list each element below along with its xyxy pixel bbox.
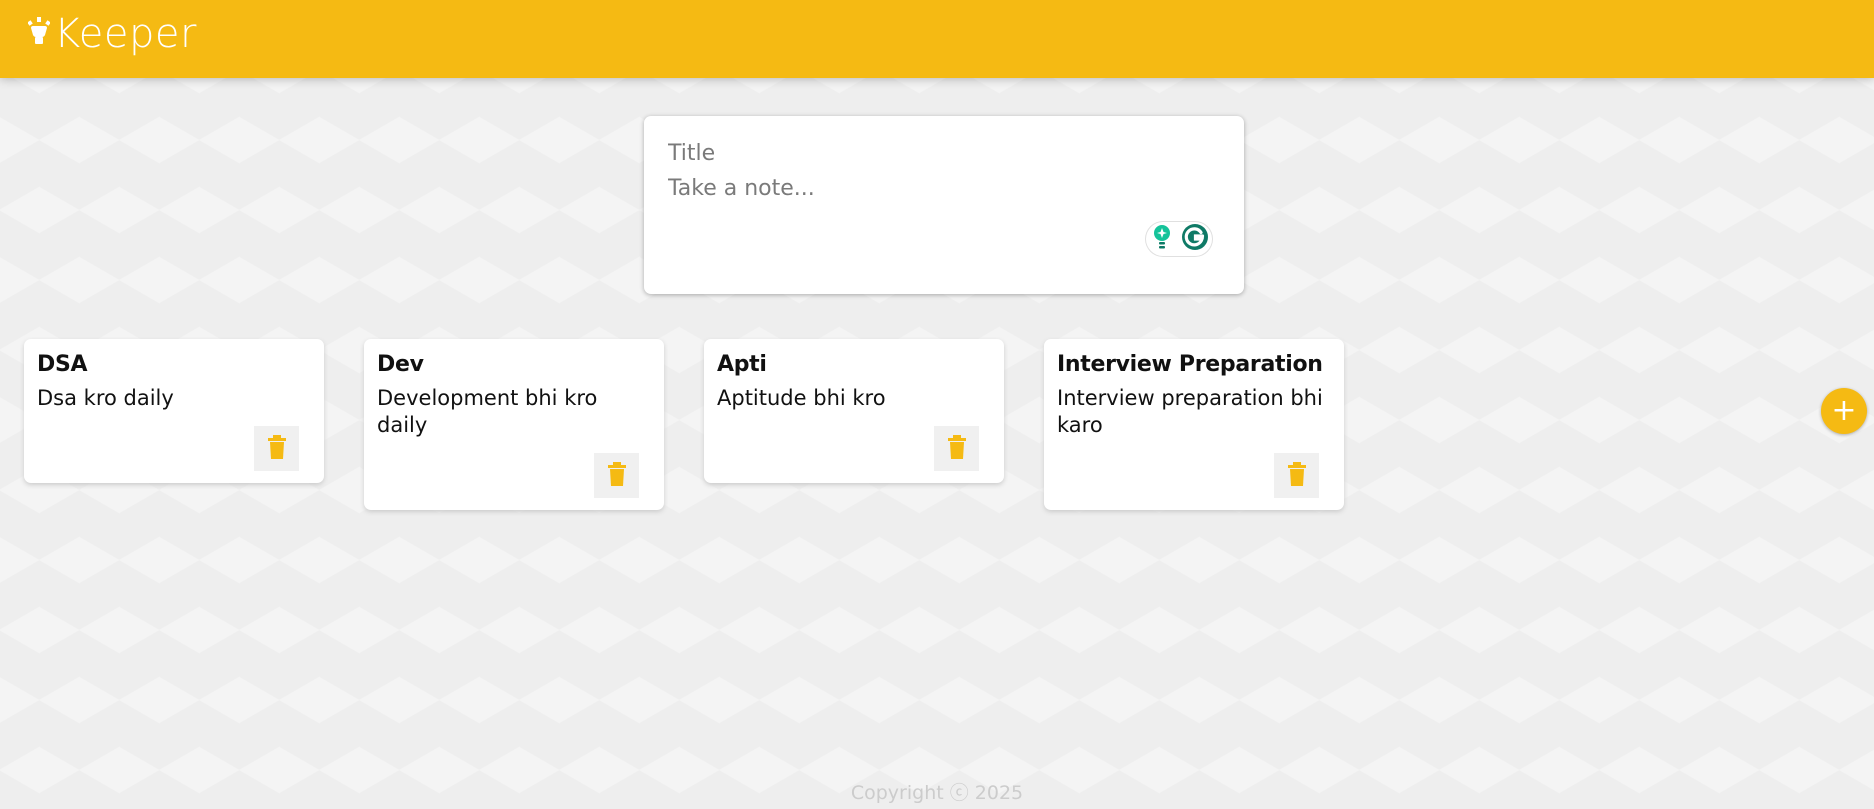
note-content: Dsa kro daily [37,386,174,410]
create-note-form: + [644,116,1867,434]
note-content: Interview preparation bhi karo [1057,386,1330,437]
delete-note-button[interactable] [1274,453,1319,498]
app-header: Keeper [0,0,1874,78]
trash-icon [1287,462,1307,489]
note-content: Aptitude bhi kro [717,386,886,410]
note-title-input[interactable] [668,136,1208,170]
app-name: Keeper [54,11,197,57]
add-note-button[interactable]: + [1821,388,1867,434]
lightbulb-icon [27,10,54,58]
grammarly-icon[interactable] [1181,223,1209,255]
footer: Copyright ⓒ 2025 [0,778,1874,805]
grammarly-widget[interactable] [1146,222,1212,256]
note-title: DSA [37,352,88,377]
trash-icon [947,435,967,462]
note-content: Development bhi kro daily [377,386,605,437]
note-card: Dev Development bhi kro daily [364,339,664,510]
note-title: Apti [717,352,767,377]
note-card: DSA Dsa kro daily [24,339,324,483]
plus-icon: + [1831,393,1857,428]
trash-icon [267,435,287,462]
copyright-text: Copyright ⓒ 2025 [850,782,1024,804]
trash-icon [607,462,627,489]
note-title: Dev [377,352,424,377]
note-card: Apti Aptitude bhi kro [704,339,1004,483]
note-content-input[interactable] [668,176,1208,212]
note-title: Interview Preparation [1057,352,1323,377]
note-card: Interview Preparation Interview preparat… [1044,339,1344,510]
delete-note-button[interactable] [934,426,979,471]
delete-note-button[interactable] [594,453,639,498]
app-logo: Keeper [27,10,197,58]
grammarly-suggestion-icon[interactable] [1150,223,1174,255]
delete-note-button[interactable] [254,426,299,471]
